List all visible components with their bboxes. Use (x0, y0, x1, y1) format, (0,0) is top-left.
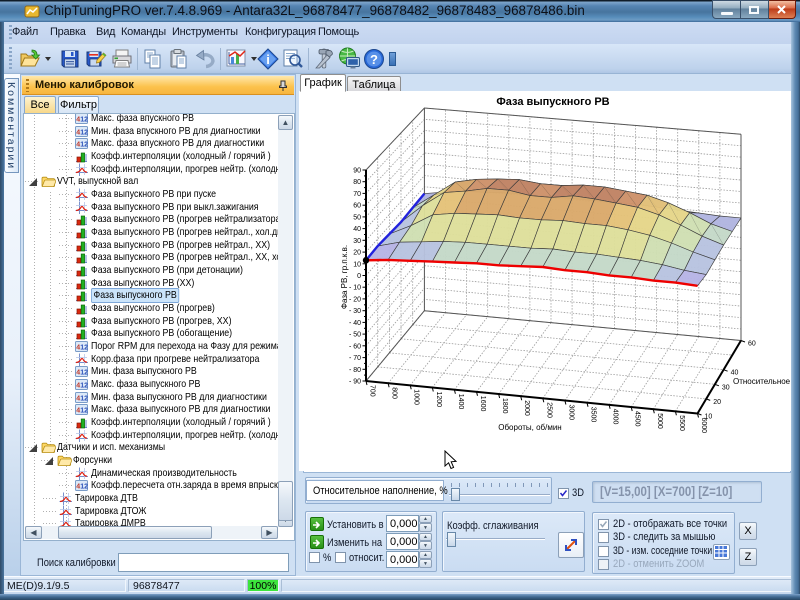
svg-text:i: i (266, 52, 270, 67)
svg-text:12: 12 (80, 395, 88, 402)
svg-text:12: 12 (80, 382, 88, 389)
svg-text:?: ? (370, 52, 378, 67)
svg-text:12: 12 (80, 408, 88, 415)
svg-text:12: 12 (80, 344, 88, 351)
svg-text:12: 12 (80, 142, 88, 149)
svg-text:12: 12 (80, 370, 88, 377)
svg-text:12: 12 (80, 129, 88, 136)
svg-text:12: 12 (80, 117, 88, 124)
svg-text:12: 12 (80, 484, 88, 491)
